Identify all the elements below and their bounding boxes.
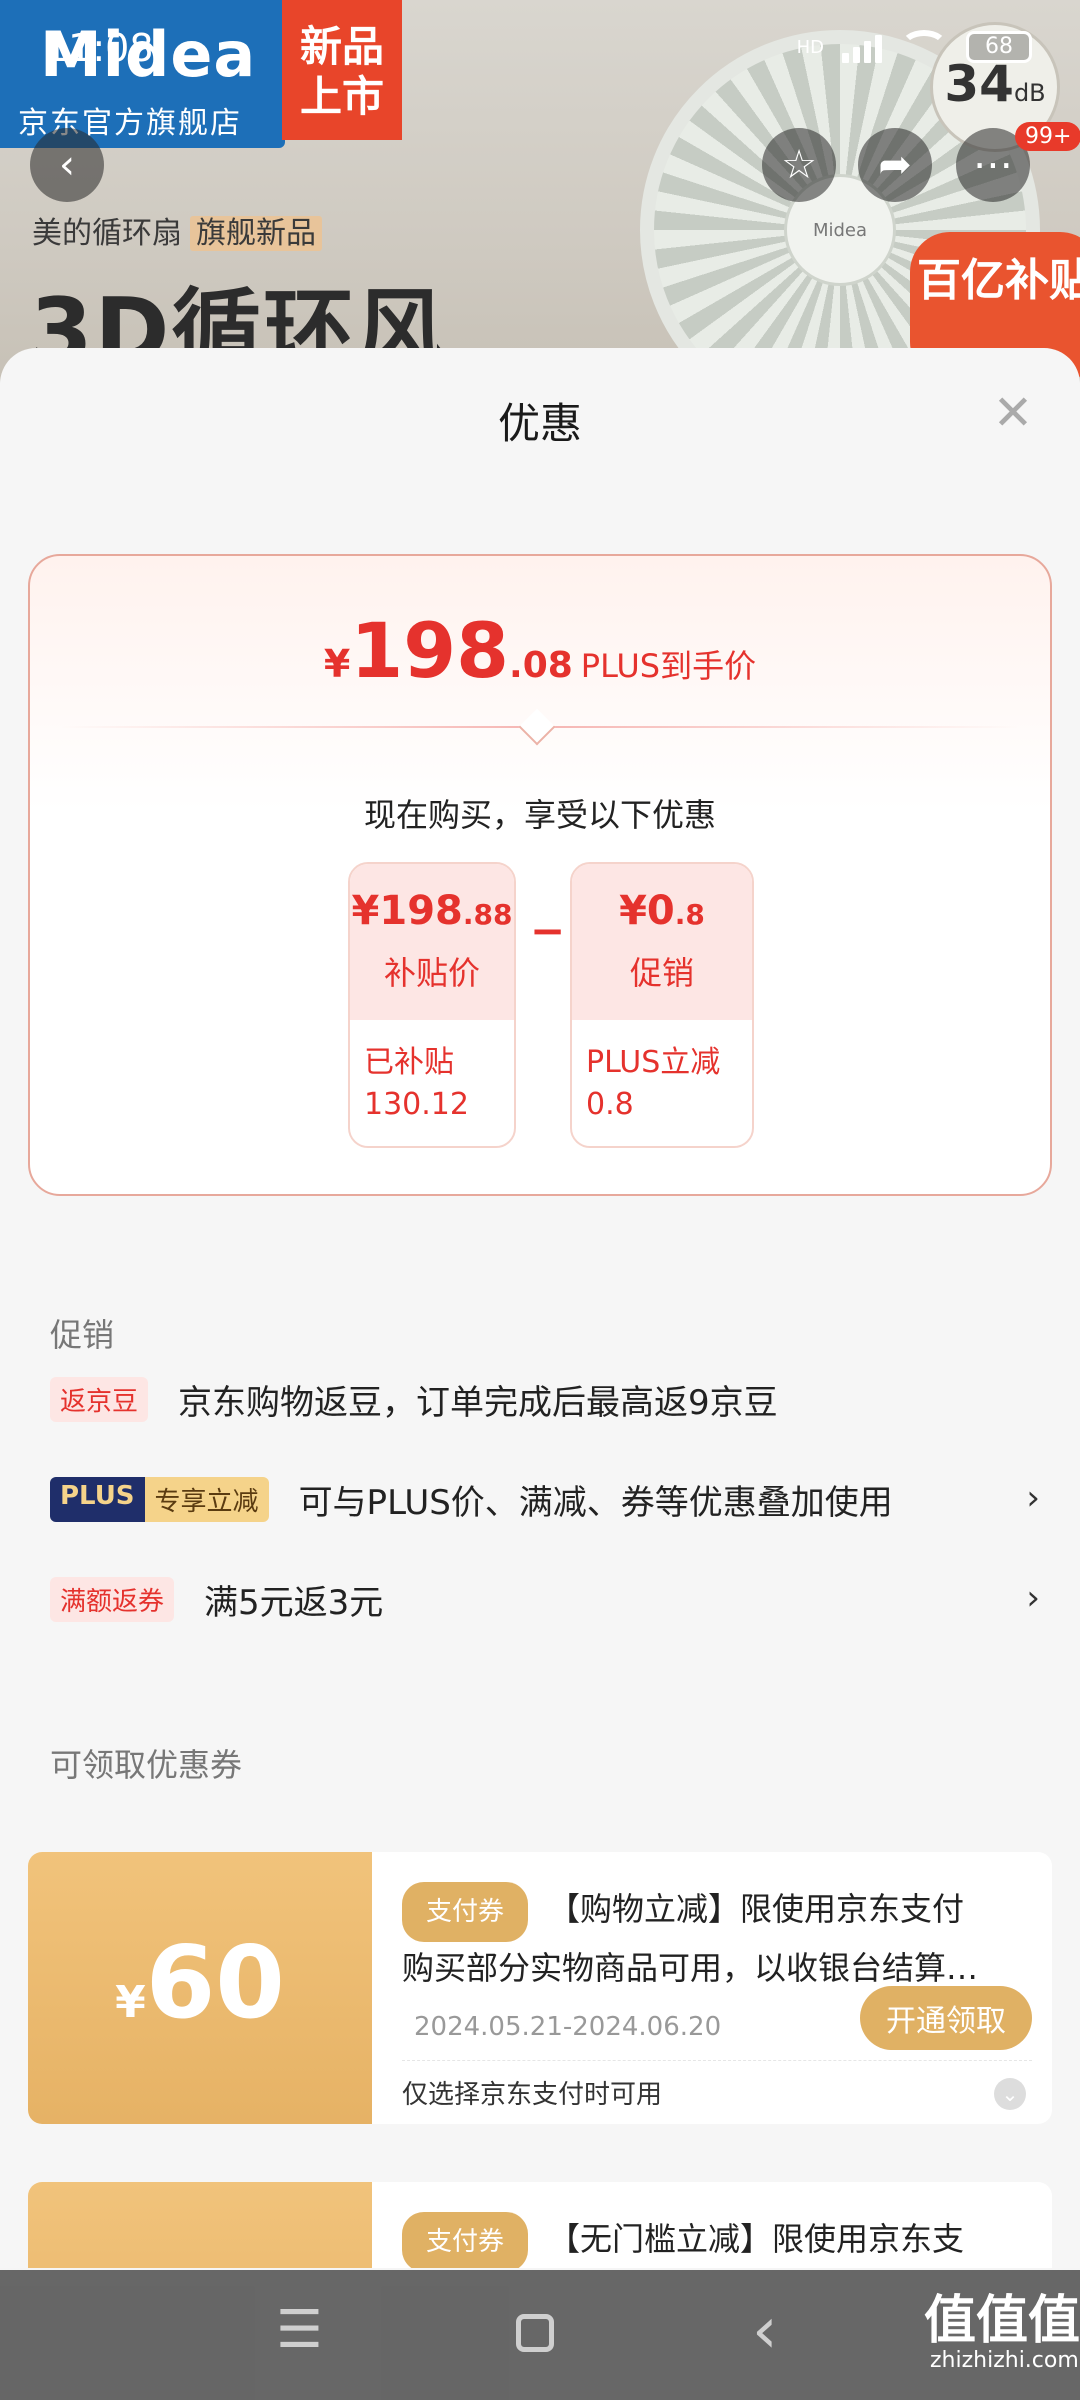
coupon-amount-number: 60 <box>145 1924 285 2041</box>
back-icon: ‹ <box>752 2294 778 2368</box>
promo-text: 可与PLUS价、满减、券等优惠叠加使用 <box>298 1482 893 1523</box>
coupon-type-tag: 支付券 <box>402 2212 529 2268</box>
breakdown-top: ¥0.8 促销 <box>572 864 752 1020</box>
coupons-title: 可领取优惠券 <box>50 1746 243 1784</box>
coupon-currency: ¥ <box>115 1977 146 2028</box>
plus-tag-label: PLUS <box>50 1476 145 1522</box>
minus-sign: − <box>530 906 566 955</box>
coupon-title-line: 支付券 【无门槛立减】限使用京东支 <box>402 2212 1032 2268</box>
coupon-type-tag: 支付券 <box>402 1882 529 1942</box>
breakdown-amount-int: ¥0 <box>619 888 675 934</box>
sheet-title: 优惠 <box>497 399 582 448</box>
share-icon: ➦ <box>878 142 912 188</box>
favorite-button[interactable]: ☆ <box>762 128 836 202</box>
coupon-value-area <box>28 2182 372 2268</box>
discount-sheet: 优惠 ✕ ¥198.08 PLUS到手价 现在购买，享受以下优惠 ¥198.88 … <box>0 348 1080 2268</box>
nav-back-button[interactable]: ‹ <box>752 2294 778 2368</box>
coupon-note: 仅选择京东支付时可用 <box>402 2080 663 2110</box>
watermark-logo: 值值值 <box>924 2291 1080 2351</box>
breakdown-note-line1: PLUS立减 <box>586 1045 721 1080</box>
breakdown-note: PLUS立减 0.8 <box>572 1020 752 1146</box>
wifi-icon <box>900 30 948 64</box>
status-bar: 11:08 HD 68 <box>0 0 1080 100</box>
coupon-info: 支付券 【无门槛立减】限使用京东支 <box>402 2212 1032 2268</box>
chevron-right-icon: › <box>1026 1578 1040 1618</box>
promo-text: 满5元返3元 <box>204 1582 384 1623</box>
breakdown-note-line1: 已补贴 <box>364 1045 454 1080</box>
breakdown-top: ¥198.88 补贴价 <box>350 864 514 1020</box>
divider-notch <box>518 708 556 746</box>
coupon-card: ¥60 支付券 【购物立减】限使用京东支付 购买部分实物商品可用，以收银台结算为准… <box>28 1852 1052 2124</box>
price-label: PLUS到手价 <box>580 647 757 685</box>
status-icons: HD 68 <box>797 30 1032 64</box>
promotion-box: ¥0.8 促销 PLUS立减 0.8 <box>570 862 754 1148</box>
plus-tag-desc: 专享立减 <box>144 1476 269 1522</box>
back-button[interactable]: ‹ <box>30 128 104 202</box>
buy-note: 现在购买，享受以下优惠 <box>363 796 716 834</box>
breakdown-amount-dec: .88 <box>462 898 513 931</box>
coupon-card: 支付券 【无门槛立减】限使用京东支 <box>28 2182 1052 2268</box>
product-subtitle-highlight: 旗舰新品 <box>190 216 322 251</box>
close-icon: ✕ <box>992 385 1034 441</box>
coupon-value-area: ¥60 <box>28 1852 372 2124</box>
hd-label: HD <box>796 36 824 58</box>
coupon-separator <box>402 2060 1032 2061</box>
promotions-title: 促销 <box>50 1316 115 1354</box>
currency-symbol: ¥ <box>323 642 351 686</box>
breakdown-amount: ¥0.8 <box>572 888 752 934</box>
share-button[interactable]: ➦ <box>858 128 932 202</box>
promo-row-coupon-return[interactable]: 满额返券 满5元返3元 › <box>50 1572 1040 1626</box>
back-arrow-icon: ‹ <box>59 142 75 188</box>
coupon-title: 【无门槛立减】限使用京东支 <box>548 2220 965 2258</box>
breakdown-tag: 促销 <box>629 954 694 992</box>
home-button[interactable] <box>516 2314 554 2352</box>
promo-row-plus[interactable]: PLUS 专享立减 可与PLUS价、满减、券等优惠叠加使用 › <box>50 1472 1040 1526</box>
menu-button[interactable]: ☰ <box>276 2300 323 2360</box>
chevron-right-icon: › <box>1026 1478 1040 1518</box>
breakdown-amount-dec: .8 <box>674 898 705 931</box>
menu-icon: ☰ <box>276 2300 323 2360</box>
promo-tag: 满额返券 <box>50 1576 175 1622</box>
status-time: 11:08 <box>44 26 154 70</box>
final-price: ¥198.08 PLUS到手价 <box>30 606 1050 695</box>
promo-tag: 返京豆 <box>50 1376 149 1422</box>
promo-row-jingdou: 返京豆 京东购物返豆，订单完成后最高返9京豆 <box>50 1372 1040 1426</box>
watermark-url: zhizhizhi.com <box>930 2348 1079 2373</box>
plus-tag: PLUS 专享立减 <box>50 1476 269 1522</box>
coupon-title: 【购物立减】限使用京东支付 <box>548 1890 965 1928</box>
breakdown-note-line2: 130.12 <box>364 1087 469 1122</box>
breakdown-note: 已补贴 130.12 <box>350 1020 514 1146</box>
signal-icon <box>842 31 882 63</box>
coupon-amount: ¥60 <box>28 1924 372 2041</box>
breakdown-note-line2: 0.8 <box>586 1087 634 1122</box>
star-icon: ☆ <box>781 142 817 188</box>
price-card: ¥198.08 PLUS到手价 现在购买，享受以下优惠 ¥198.88 补贴价 已… <box>28 554 1052 1196</box>
expand-chevron-icon[interactable]: ⌄ <box>994 2078 1026 2110</box>
message-count-badge: 99+ <box>1015 122 1080 151</box>
more-icon: ⋯ <box>973 142 1013 188</box>
breakdown-amount-int: ¥198 <box>351 888 463 934</box>
claim-coupon-button[interactable]: 开通领取 <box>860 1986 1032 2050</box>
subsidy-price-box: ¥198.88 补贴价 已补贴 130.12 <box>348 862 516 1148</box>
price-integer: 198 <box>350 606 510 695</box>
coupon-title-line: 支付券 【购物立减】限使用京东支付 <box>402 1882 1032 1942</box>
battery-icon: 68 <box>966 31 1032 63</box>
price-decimal: .08 <box>509 645 573 686</box>
product-subtitle-text: 美的循环扇 <box>32 216 182 251</box>
breakdown-tag: 补贴价 <box>383 954 480 992</box>
product-subtitle: 美的循环扇 旗舰新品 <box>32 208 322 252</box>
breakdown-amount: ¥198.88 <box>350 888 514 934</box>
promo-text: 京东购物返豆，订单完成后最高返9京豆 <box>178 1382 778 1423</box>
system-nav-bar: ☰ ‹ 值值值 zhizhizhi.com <box>0 2270 1080 2400</box>
close-button[interactable]: ✕ <box>990 389 1036 437</box>
